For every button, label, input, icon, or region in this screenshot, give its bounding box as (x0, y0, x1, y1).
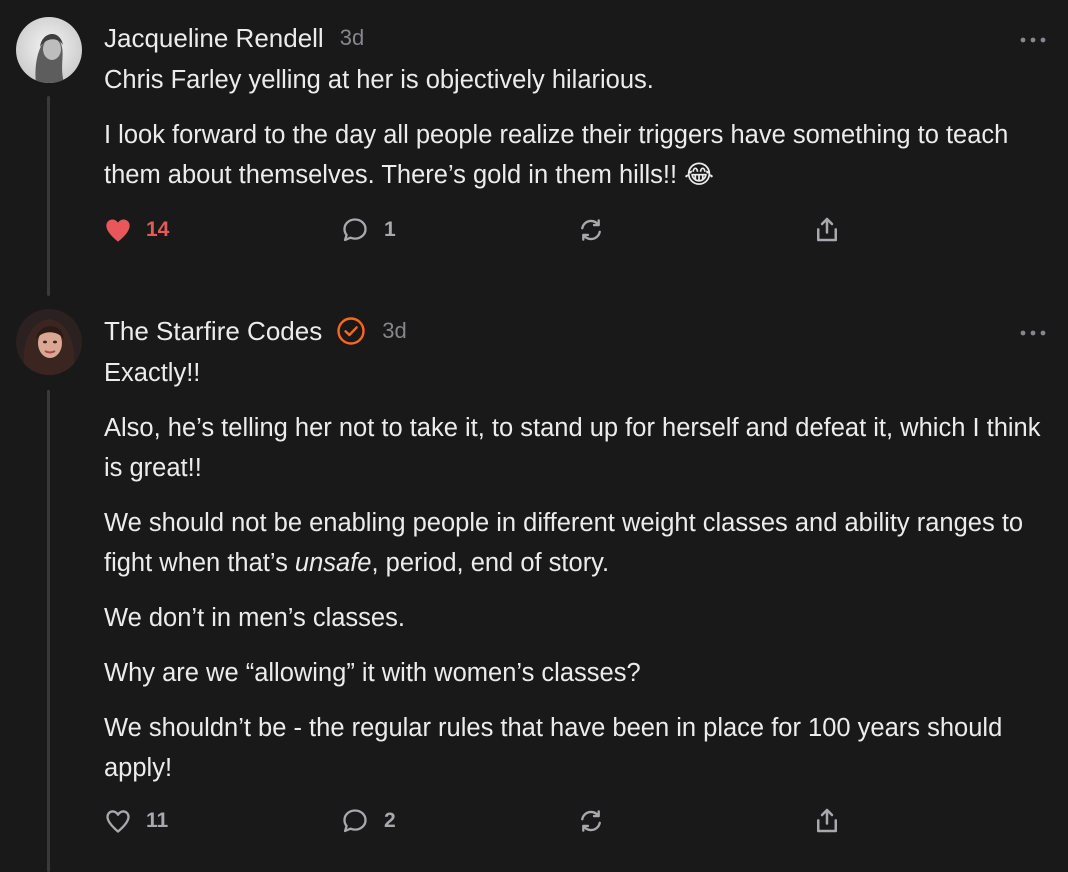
reply-button[interactable]: 2 (340, 801, 396, 841)
share-button[interactable] (812, 210, 842, 250)
share-icon (817, 808, 837, 833)
comment-header: The Starfire Codes 3d (104, 315, 407, 347)
restack-icon (581, 810, 601, 832)
like-count: 14 (146, 218, 170, 241)
timestamp[interactable]: 3d (382, 318, 406, 344)
reply-button[interactable]: 1 (340, 210, 396, 250)
restack-icon (581, 219, 601, 241)
avatar-image (16, 309, 82, 375)
more-options-icon[interactable] (1018, 325, 1048, 336)
comment-paragraph: We don’t in men’s classes. (104, 604, 405, 632)
comment-paragraph: We should not be enabling people in diff… (104, 503, 1054, 583)
share-button[interactable] (812, 801, 842, 841)
comment-paragraph: Why are we “allowing” it with women’s cl… (104, 659, 641, 687)
emphasized-text: unsafe (294, 549, 372, 577)
share-icon (817, 217, 837, 242)
comment-bubble-icon (343, 218, 367, 242)
comment-the-starfire-codes: The Starfire Codes 3d Exactly!! Also, he… (0, 300, 1068, 872)
comment-paragraph: We shouldn’t be - the regular rules that… (104, 714, 1003, 782)
comment-paragraph: Exactly!! (104, 359, 201, 387)
comment-paragraph: I look forward to the day all people rea… (104, 121, 1009, 189)
comment-body: Chris Farley yelling at her is objective… (104, 60, 1054, 210)
heart-outline-icon (106, 810, 130, 833)
action-bar: 14 1 (0, 210, 1068, 250)
avatar[interactable] (16, 309, 82, 375)
thread-line (47, 96, 50, 296)
comment-jacqueline-rendell: Jacqueline Rendell 3d Chris Farley yelli… (0, 0, 1068, 300)
comment-paragraph: Also, he’s telling her not to take it, t… (104, 414, 1041, 482)
more-options-icon[interactable] (1018, 32, 1048, 43)
text-span: , period, end of story. (371, 549, 610, 577)
action-bar: 11 2 (0, 801, 1068, 841)
reply-count: 2 (384, 809, 396, 832)
comment-header: Jacqueline Rendell 3d (104, 22, 364, 54)
timestamp[interactable]: 3d (340, 25, 364, 51)
restack-button[interactable] (576, 210, 606, 250)
heart-filled-icon (106, 219, 130, 242)
like-count: 11 (146, 809, 169, 832)
verified-badge-icon (336, 316, 366, 346)
author-name[interactable]: The Starfire Codes (104, 316, 322, 347)
restack-button[interactable] (576, 801, 606, 841)
author-name[interactable]: Jacqueline Rendell (104, 23, 324, 54)
comment-paragraph: Chris Farley yelling at her is objective… (104, 66, 654, 94)
like-button[interactable]: 14 (104, 210, 169, 250)
like-button[interactable]: 11 (104, 801, 168, 841)
avatar-image (16, 17, 82, 83)
comment-body: Exactly!! Also, he’s telling her not to … (104, 353, 1054, 803)
reply-count: 1 (384, 218, 396, 241)
thread-line (47, 390, 50, 872)
avatar[interactable] (16, 17, 82, 83)
comment-bubble-icon (343, 809, 367, 833)
